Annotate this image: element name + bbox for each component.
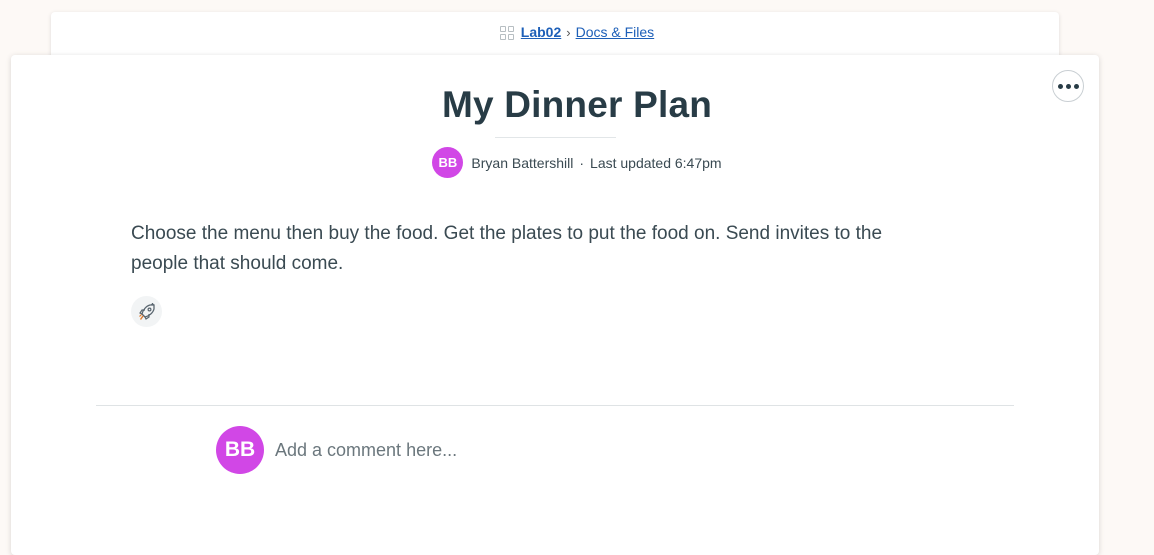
title-divider [495,137,616,138]
author-avatar[interactable]: BB [432,147,464,178]
author-name: Bryan Battershill [471,154,574,171]
rocket-icon [138,302,155,320]
comments-divider [96,405,1014,406]
page-title: My Dinner Plan [441,84,713,125]
document-body: Choose the menu then buy the food. Get t… [131,223,883,274]
breadcrumb-separator: › [566,24,571,40]
byline-separator: · [579,154,585,171]
boost-button[interactable] [131,296,162,327]
breadcrumb: Lab02 › Docs & Files [0,24,1154,40]
breadcrumb-docs-link[interactable]: Docs & Files [576,24,655,40]
document-card [11,55,1099,555]
comment-input[interactable] [275,436,975,464]
grid-icon [499,25,514,40]
last-updated-text: Last updated 6:47pm [590,154,722,171]
breadcrumb-project-link[interactable]: Lab02 [521,24,561,40]
commenter-avatar: BB [216,426,264,474]
document-byline: BB Bryan Battershill · Last updated 6:47… [0,147,1154,178]
